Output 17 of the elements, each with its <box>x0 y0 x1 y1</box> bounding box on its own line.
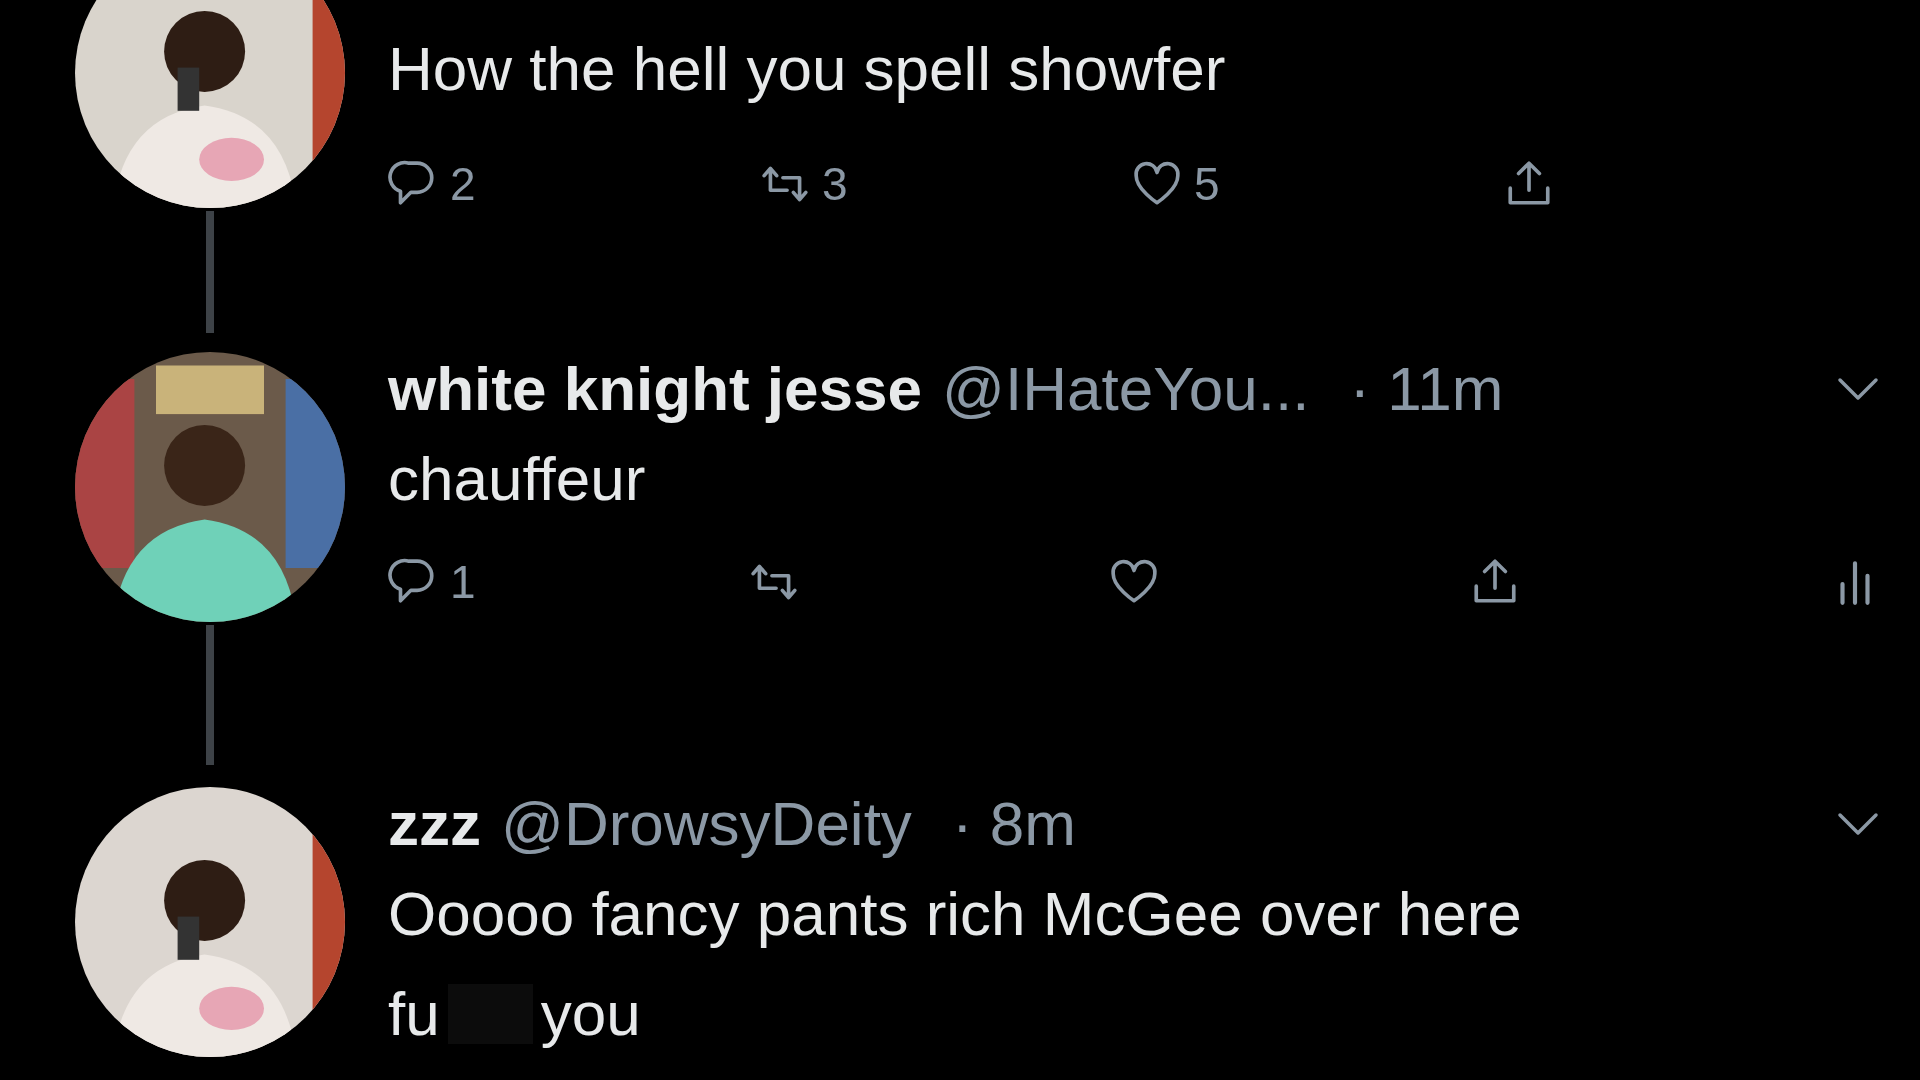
tweet-text: Ooooo fancy pants rich McGee over here <box>388 878 1522 950</box>
tweet-text: fu <box>388 978 440 1050</box>
user-handle: @IHateYou... <box>942 353 1310 425</box>
timestamp: · 11m <box>1349 353 1504 425</box>
timestamp: · 8m <box>951 788 1076 860</box>
action-count: 1 <box>450 559 476 605</box>
action-count: 2 <box>450 161 476 207</box>
action-count: 5 <box>1194 161 1220 207</box>
user-handle: @DrowsyDeity <box>501 788 912 860</box>
action-count: 3 <box>822 161 848 207</box>
user-name: zzz <box>388 788 481 860</box>
chevron-down-icon[interactable] <box>1836 811 1880 837</box>
tweet-text: How the hell you spell showfer <box>388 33 1226 105</box>
tweet-text: chauffeur <box>388 443 646 515</box>
chevron-down-icon[interactable] <box>1836 376 1880 402</box>
user-name: white knight jesse <box>388 353 923 425</box>
tweet-text: you <box>540 978 641 1050</box>
